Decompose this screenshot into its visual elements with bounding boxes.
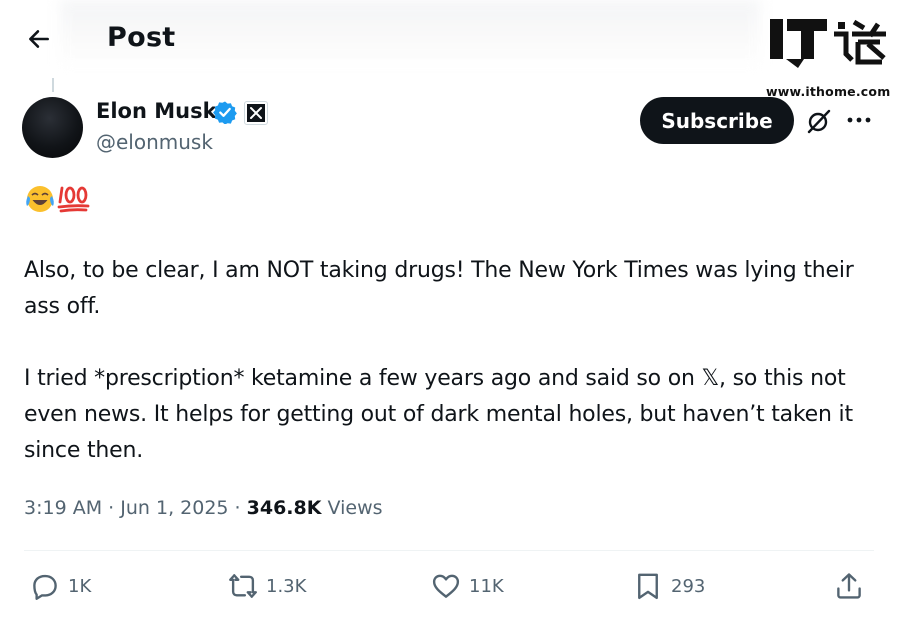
grok-icon[interactable] [806, 108, 832, 134]
repost-button[interactable]: 1.3K [228, 565, 306, 607]
page-title: Post [107, 22, 176, 53]
tweet-paragraph: Also, to be clear, I am NOT taking drugs… [24, 258, 854, 319]
reply-button[interactable]: 1K [30, 565, 91, 607]
reply-icon [33, 574, 57, 600]
reply-count: 1K [68, 575, 92, 597]
ithome-logo [770, 19, 886, 68]
tweet-metadata: 3:19 AM · Jun 1, 2025 · 346.8K Views [24, 497, 383, 519]
like-count: 11K [469, 575, 504, 597]
avatar[interactable] [22, 97, 83, 158]
meta-separator: · [108, 497, 115, 519]
ithome-watermark: www.ithome.com [766, 14, 890, 99]
hundred-points-emoji-icon [57, 186, 90, 213]
tweet-text: Also, to be clear, I am NOT taking drugs… [24, 253, 874, 469]
like-button[interactable]: 11K [431, 565, 504, 607]
subscribe-button[interactable]: Subscribe [640, 97, 794, 144]
bookmark-button[interactable]: 293 [633, 565, 705, 607]
author-handle[interactable]: @elonmusk [96, 130, 213, 154]
tears-of-joy-emoji-icon [26, 186, 54, 212]
divider [24, 550, 874, 551]
arrow-left-icon[interactable] [26, 26, 52, 52]
share-icon [837, 573, 861, 599]
repost-icon [229, 574, 257, 598]
x-logo-icon[interactable] [244, 101, 268, 125]
thread-connector-line [52, 78, 54, 92]
share-button[interactable] [834, 565, 864, 607]
meta-separator: · [234, 497, 241, 519]
tweet-emoji-line [24, 182, 91, 216]
heart-icon [432, 574, 460, 598]
views-count: 346.8K [246, 497, 322, 519]
author-name[interactable]: Elon Musk [96, 99, 217, 123]
bookmark-count: 293 [671, 575, 706, 597]
tweet-time[interactable]: 3:19 AM [24, 497, 102, 519]
tweet-paragraph: I tried *prescription* ketamine a few ye… [24, 366, 853, 463]
top-bar: Post [0, 0, 760, 78]
more-horizontal-icon[interactable] [846, 116, 872, 124]
verified-badge-icon[interactable] [213, 100, 237, 124]
watermark-url: www.ithome.com [766, 84, 891, 99]
tweet-date[interactable]: Jun 1, 2025 [120, 497, 228, 519]
action-bar: 1K 1.3K 11K 293 [0, 565, 901, 609]
bookmark-icon [638, 573, 658, 600]
views-label: Views [327, 497, 383, 519]
repost-count: 1.3K [266, 575, 307, 597]
